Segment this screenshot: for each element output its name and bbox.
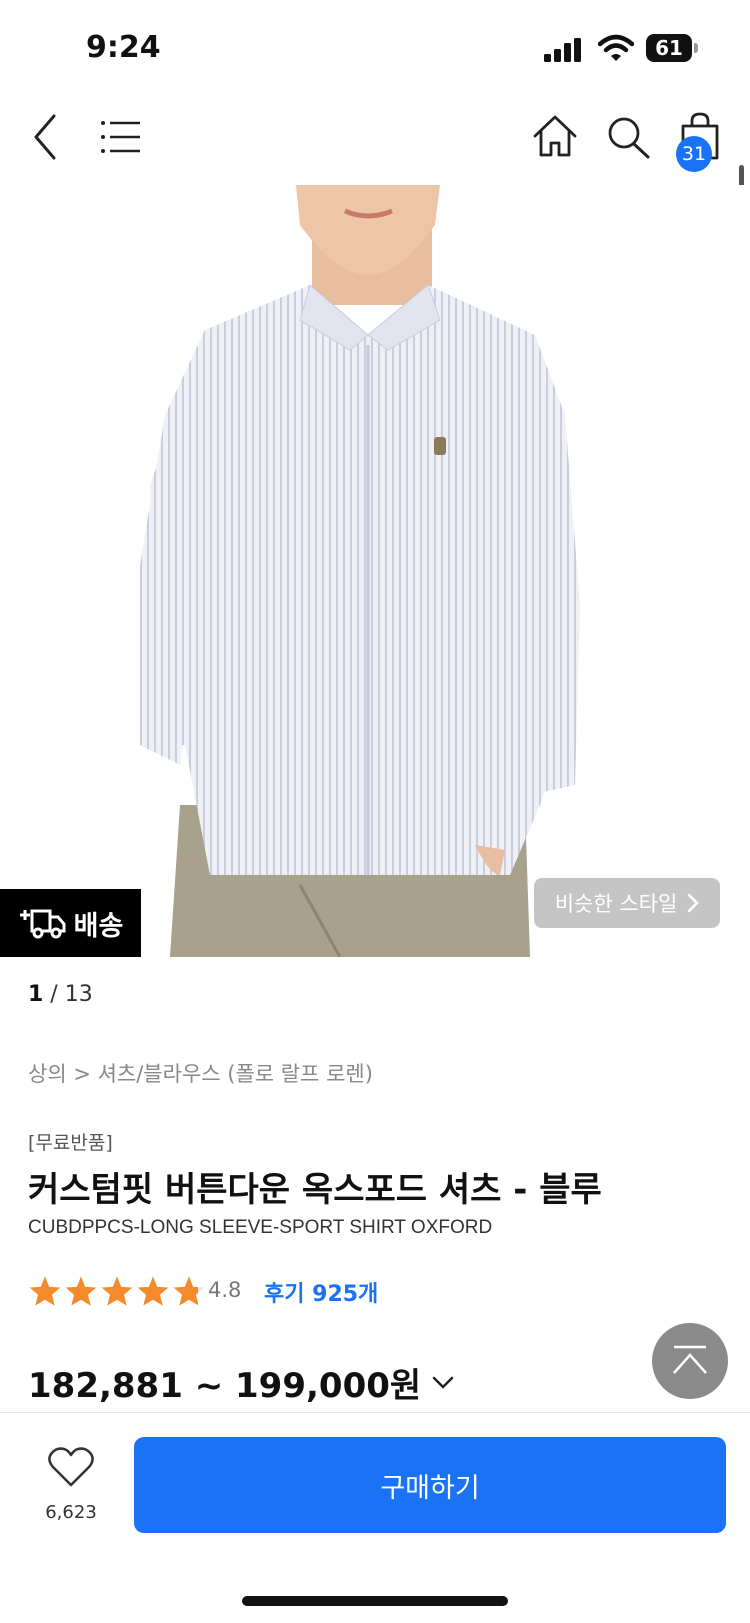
star-rating [28, 1274, 206, 1308]
similar-style-button[interactable]: 비슷한 스타일 [534, 878, 720, 928]
back-icon[interactable] [30, 112, 60, 162]
star-icon [173, 1276, 205, 1306]
chevron-down-icon[interactable] [431, 1375, 455, 1391]
image-pager: 1 / 13 [28, 982, 93, 1007]
rating-value: 4.8 [208, 1278, 242, 1302]
wifi-icon [598, 34, 634, 61]
similar-style-label: 비슷한 스타일 [554, 892, 678, 916]
star-icon [137, 1276, 169, 1306]
menu-icon[interactable] [100, 118, 142, 156]
product-title: 커스텀핏 버튼다운 옥스포드 셔츠 - 블루 [28, 1170, 602, 1210]
divider [0, 1412, 750, 1413]
pager-current: 1 [28, 982, 44, 1007]
price-text: 182,881 ~ 199,000원 [28, 1366, 422, 1406]
cart-count-badge: 31 [676, 136, 712, 172]
delivery-label: 배송 [73, 910, 124, 942]
price-range[interactable]: 182,881 ~ 199,000원 [28, 1358, 455, 1407]
chevron-right-icon [688, 893, 700, 913]
buy-button[interactable]: 구매하기 [134, 1437, 726, 1533]
home-icon[interactable] [532, 114, 578, 158]
product-photo [140, 185, 580, 957]
product-image[interactable] [0, 185, 750, 957]
pager-total: 13 [64, 982, 93, 1007]
product-subtitle: CUBDPPCS-LONG SLEEVE-SPORT SHIRT OXFORD [28, 1217, 493, 1238]
home-indicator [242, 1596, 508, 1606]
star-icon [29, 1276, 61, 1306]
heart-icon [48, 1447, 94, 1487]
battery-icon: 61 [646, 34, 698, 62]
breadcrumb[interactable]: 상의 > 셔츠/블라우스 (폴로 랄프 로렌) [28, 1058, 373, 1088]
delivery-badge: 배송 [0, 889, 141, 957]
scroll-top-button[interactable] [652, 1323, 728, 1399]
pager-separator: / [43, 982, 65, 1007]
star-icon [65, 1276, 97, 1306]
status-time: 9:24 [86, 30, 161, 65]
battery-level: 61 [646, 34, 692, 62]
reviews-link[interactable]: 후기 925개 [264, 1276, 378, 1308]
scroll-top-icon [673, 1345, 707, 1374]
star-icon [101, 1276, 133, 1306]
search-icon[interactable] [606, 116, 652, 160]
truck-icon [19, 909, 66, 939]
like-count: 6,623 [45, 1502, 97, 1523]
free-return-badge: [무료반품] [28, 1132, 113, 1154]
cellular-signal-icon [544, 38, 581, 62]
